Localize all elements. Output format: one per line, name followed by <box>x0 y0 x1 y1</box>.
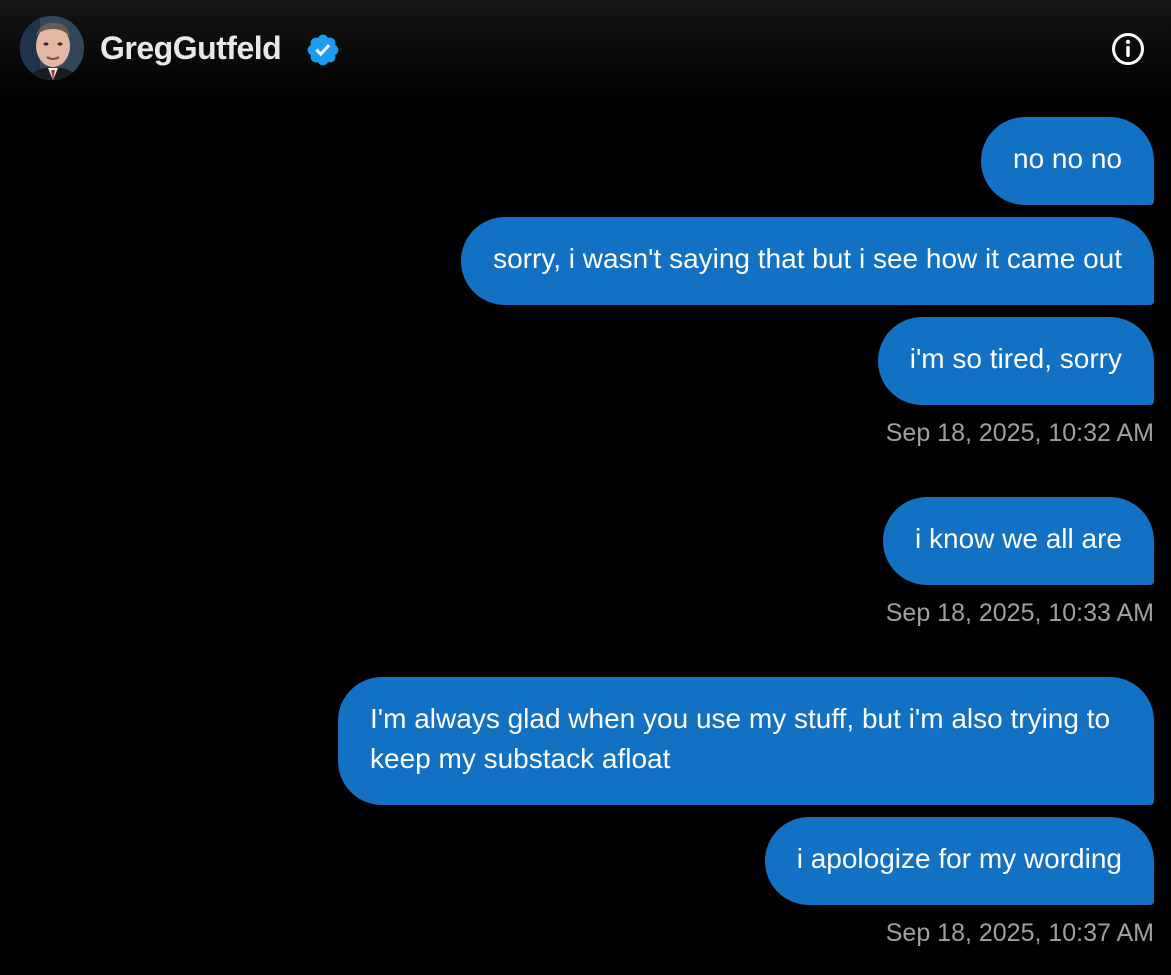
conversation-header: GregGutfeld <box>0 0 1171 100</box>
message-text: no no no <box>1013 143 1122 174</box>
info-icon[interactable] <box>1110 31 1146 67</box>
message-timestamp: Sep 18, 2025, 10:37 AM <box>885 919 1154 947</box>
avatar[interactable] <box>20 16 84 80</box>
avatar-photo <box>20 16 84 80</box>
message-text: i apologize for my wording <box>796 843 1122 874</box>
message-text: i'm so tired, sorry <box>909 343 1122 374</box>
message-bubble[interactable]: sorry, i wasn't saying that but i see ho… <box>461 217 1154 305</box>
message-timestamp: Sep 18, 2025, 10:32 AM <box>885 419 1154 447</box>
message-bubble[interactable]: i apologize for my wording <box>764 817 1154 905</box>
message-text: I'm always glad when you use my stuff, b… <box>370 703 1111 774</box>
verified-badge-icon <box>307 34 339 66</box>
message-text: i know we all are <box>915 523 1122 554</box>
contact-name[interactable]: GregGutfeld <box>100 28 282 68</box>
message-bubble[interactable]: i'm so tired, sorry <box>877 317 1154 405</box>
message-bubble[interactable]: I'm always glad when you use my stuff, b… <box>338 677 1154 805</box>
message-timestamp: Sep 18, 2025, 10:33 AM <box>885 599 1154 627</box>
message-text: sorry, i wasn't saying that but i see ho… <box>493 243 1122 274</box>
message-bubble[interactable]: no no no <box>981 117 1154 205</box>
message-bubble[interactable]: i know we all are <box>883 497 1154 585</box>
